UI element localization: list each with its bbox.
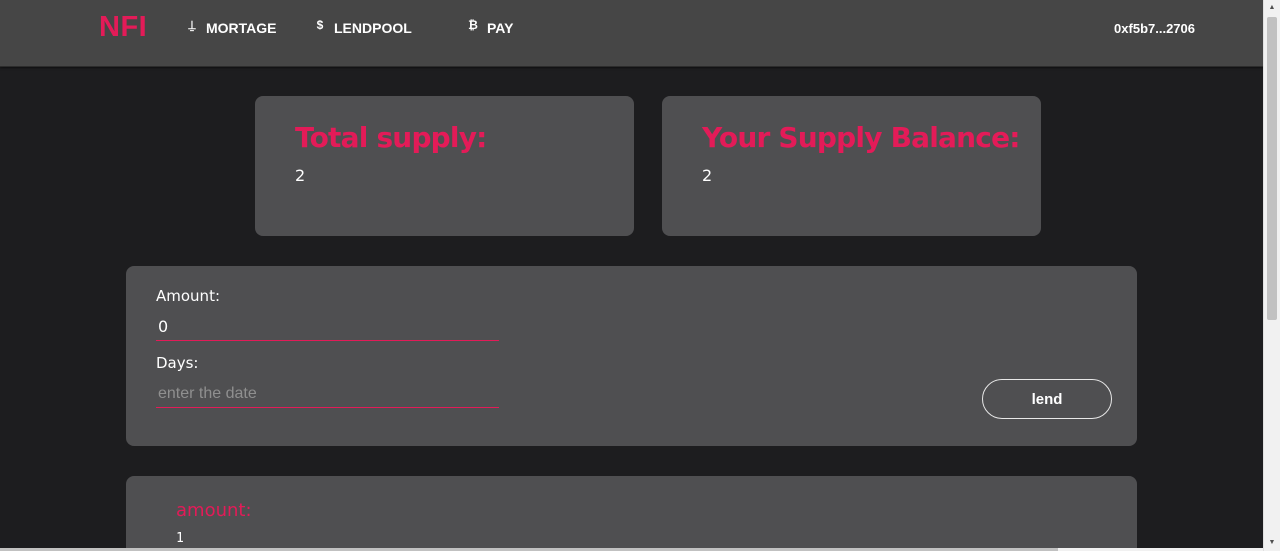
total-supply-card: Total supply: 2	[255, 96, 634, 236]
scroll-up-arrow-icon[interactable]: ▲	[1264, 0, 1280, 16]
lend-form: Amount: Days: lend	[126, 266, 1137, 446]
bitcoin-icon: ₿	[468, 18, 478, 32]
record-card: amount: 1	[126, 476, 1137, 551]
days-label: Days:	[156, 354, 199, 372]
lend-button[interactable]: lend	[982, 379, 1112, 419]
nav-item-lendpool[interactable]: $ LENDPOOL	[313, 18, 412, 36]
brand-logo[interactable]: NFI	[99, 11, 147, 44]
total-supply-title: Total supply:	[295, 121, 487, 154]
scroll-down-arrow-icon[interactable]: ▼	[1264, 535, 1280, 551]
amount-label: Amount:	[156, 287, 220, 305]
supply-balance-title: Your Supply Balance:	[702, 121, 1020, 154]
dollar-icon: $	[316, 18, 324, 32]
nav-item-mortage[interactable]: ⍊ MORTAGE	[185, 17, 277, 37]
amount-input[interactable]	[156, 313, 499, 341]
nav-item-label: PAY	[487, 20, 514, 36]
nav-item-pay[interactable]: ₿ PAY	[466, 18, 514, 36]
nav-item-label: MORTAGE	[206, 20, 277, 36]
page: NFI ⍊ MORTAGE $ LENDPOOL ₿ PAY 0xf5b7...…	[0, 0, 1280, 551]
supply-balance-card: Your Supply Balance: 2	[662, 96, 1041, 236]
total-supply-value: 2	[295, 166, 306, 185]
record-amount-value: 1	[176, 531, 184, 546]
wallet-address[interactable]: 0xf5b7...2706	[1114, 21, 1195, 36]
nav-item-label: LENDPOOL	[334, 20, 412, 36]
hand-coin-icon: ⍊	[188, 17, 196, 32]
supply-balance-value: 2	[702, 166, 713, 185]
days-input[interactable]	[156, 380, 499, 408]
top-navbar: NFI ⍊ MORTAGE $ LENDPOOL ₿ PAY 0xf5b7...…	[0, 0, 1264, 67]
vertical-scrollbar[interactable]: ▲ ▼	[1263, 0, 1280, 551]
record-amount-label: amount:	[176, 500, 252, 521]
vertical-scrollbar-thumb[interactable]	[1267, 17, 1277, 320]
